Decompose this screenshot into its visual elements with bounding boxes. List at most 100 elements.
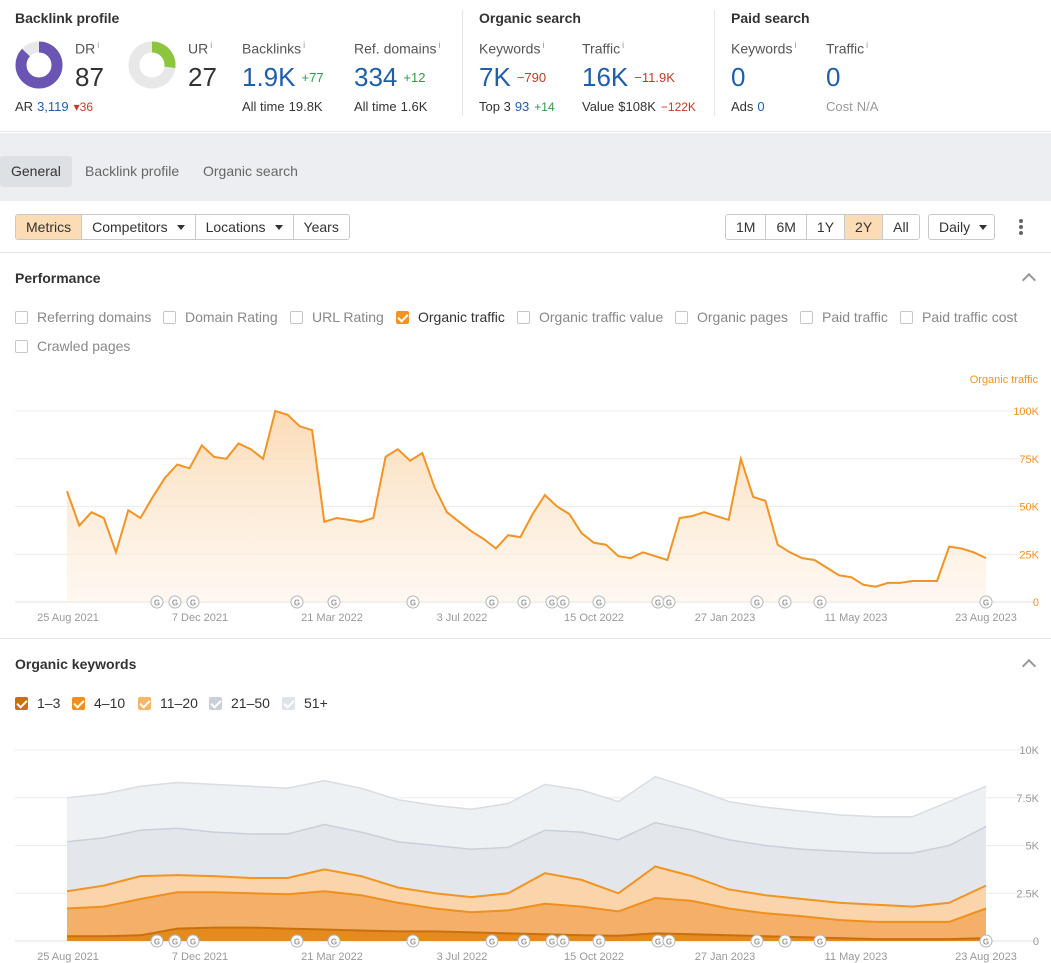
organic-keywords-label: Keywords i [479, 40, 545, 57]
google-icon: G [666, 599, 672, 608]
legend-checkbox-1-3[interactable]: 1–3 [15, 695, 60, 711]
google-icon: G [521, 599, 527, 608]
info-icon[interactable]: i [438, 40, 440, 50]
organic-keywords-title: Organic keywords [15, 656, 137, 672]
cost-row: Cost N/A [826, 99, 879, 114]
info-icon[interactable]: i [303, 40, 305, 50]
checkbox-organic-traffic[interactable]: Organic traffic [396, 309, 505, 325]
y-axis-title: Organic traffic [970, 374, 1039, 386]
google-update-marker: G [150, 934, 164, 948]
y-tick-label: 5K [1026, 841, 1040, 853]
y-tick-label: 2.5K [1016, 888, 1039, 900]
google-update-marker: G [485, 934, 499, 948]
info-icon[interactable]: i [622, 40, 624, 50]
performance-title: Performance [15, 270, 101, 286]
backlinks-label: Backlinks i [242, 40, 306, 57]
legend-checkbox-4-10[interactable]: 4–10 [72, 695, 125, 711]
tab-general[interactable]: General [0, 156, 72, 187]
locations-dropdown[interactable]: Locations [195, 215, 294, 239]
legend-checkbox-51-plus[interactable]: 51+ [282, 695, 328, 711]
google-update-marker: G [651, 595, 665, 609]
ur-value: 27 [188, 62, 217, 92]
google-icon: G [983, 938, 989, 947]
organic-keywords-value[interactable]: 7K −790 [479, 62, 546, 93]
paid-traffic-value[interactable]: 0 [826, 62, 840, 93]
range-1m-button[interactable]: 1M [726, 215, 767, 239]
y-tick-label: 0 [1033, 936, 1039, 948]
info-icon[interactable]: i [210, 40, 212, 50]
info-icon[interactable]: i [794, 40, 796, 50]
y-tick-label: 10K [1019, 745, 1039, 757]
top3-value[interactable]: 93 [515, 99, 529, 114]
checkbox-url-rating[interactable]: URL Rating [290, 309, 384, 325]
organic-search-title: Organic search [479, 10, 581, 26]
organic-traffic-label: Traffic i [582, 40, 625, 57]
google-update-marker: G [750, 934, 764, 948]
ads-value[interactable]: 0 [757, 99, 764, 114]
google-icon: G [666, 938, 672, 947]
paid-keywords-value[interactable]: 0 [731, 62, 745, 93]
x-tick-label: 15 Oct 2022 [564, 612, 624, 624]
range-6m-button[interactable]: 6M [766, 215, 807, 239]
dr-value: 87 [75, 62, 104, 92]
competitors-dropdown[interactable]: Competitors [82, 215, 196, 239]
info-icon[interactable]: i [97, 40, 99, 50]
google-icon: G [154, 938, 160, 947]
more-options-icon[interactable] [1015, 218, 1027, 236]
keyword-position-areas [66, 775, 987, 941]
x-tick-label: 15 Oct 2022 [564, 951, 624, 963]
range-1y-button[interactable]: 1Y [806, 215, 846, 239]
google-icon: G [331, 599, 337, 608]
dr-label: DR i [75, 40, 100, 57]
checkbox-paid-traffic-cost[interactable]: Paid traffic cost [900, 309, 1017, 325]
ar-value[interactable]: 3,119 [37, 99, 69, 114]
legend-checkbox-11-20[interactable]: 11–20 [138, 695, 198, 711]
checkbox-referring-domains[interactable]: Referring domains [15, 309, 151, 325]
google-update-marker: G [778, 934, 792, 948]
google-update-marker: G [168, 595, 182, 609]
x-tick-label: 11 May 2023 [825, 951, 888, 963]
ref-domains-value[interactable]: 334 +12 [354, 62, 425, 93]
checkbox-crawled-pages[interactable]: Crawled pages [15, 338, 130, 354]
range-2y-button[interactable]: 2Y [845, 215, 884, 239]
range-all-button[interactable]: All [883, 215, 919, 239]
organic-traffic-value[interactable]: 16K −11.9K [582, 62, 675, 93]
ref-domains-delta: +12 [403, 70, 426, 85]
y-tick-label: 50K [1019, 502, 1039, 514]
google-update-marker: G [517, 934, 531, 948]
collapse-chevron-icon[interactable] [1021, 272, 1037, 288]
backlinks-value[interactable]: 1.9K +77 [242, 62, 324, 93]
google-icon: G [655, 599, 661, 608]
summary-divider [462, 10, 463, 116]
tab-backlink-profile[interactable]: Backlink profile [74, 156, 190, 187]
google-icon: G [596, 599, 602, 608]
ar-row: AR 3,119 ▾36 [15, 99, 94, 114]
info-icon[interactable]: i [866, 40, 868, 50]
interval-dropdown[interactable]: Daily [928, 214, 995, 240]
google-icon: G [782, 599, 788, 608]
organic-keywords-delta: −790 [516, 70, 547, 85]
legend-checkbox-21-50[interactable]: 21–50 [209, 695, 270, 711]
info-icon[interactable]: i [542, 40, 544, 50]
checkbox-organic-pages[interactable]: Organic pages [675, 309, 788, 325]
x-tick-label: 21 Mar 2022 [301, 951, 363, 963]
google-icon: G [560, 599, 566, 608]
checkbox-organic-traffic-value[interactable]: Organic traffic value [517, 309, 663, 325]
years-button[interactable]: Years [293, 215, 349, 239]
google-update-marker: G [406, 934, 420, 948]
google-icon: G [331, 938, 337, 947]
organic-keywords-chart: 10K7.5K5K2.5K0 GGGGGGGGGGGGGGGGG 25 Aug … [15, 745, 1040, 963]
metrics-button[interactable]: Metrics [16, 215, 83, 239]
paid-search-title: Paid search [731, 10, 810, 26]
y-tick-label: 25K [1019, 549, 1039, 561]
checkbox-domain-rating[interactable]: Domain Rating [163, 309, 278, 325]
x-tick-label: 27 Jan 2023 [695, 951, 756, 963]
google-icon: G [489, 938, 495, 947]
tab-organic-search[interactable]: Organic search [192, 156, 309, 187]
checkbox-paid-traffic[interactable]: Paid traffic [800, 309, 888, 325]
caret-down-icon [274, 225, 283, 230]
google-update-marker: G [979, 595, 993, 609]
traffic-value-row: Value $108K −122K [582, 99, 696, 114]
collapse-chevron-icon[interactable] [1021, 658, 1037, 674]
google-icon: G [983, 599, 989, 608]
